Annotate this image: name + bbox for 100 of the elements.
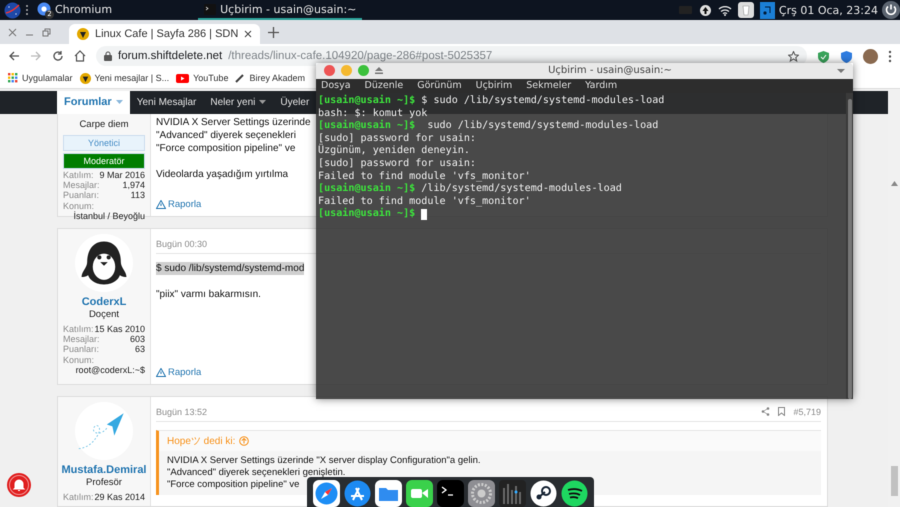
back-icon[interactable] [8,50,20,62]
folder-icon[interactable] [375,480,402,507]
user-title: Profesör [86,476,122,488]
caret-icon [259,100,266,104]
stat-value: 9 Mar 2016 [99,170,145,180]
user-title: Doçent [88,308,120,320]
grid-icon [8,73,18,83]
nav-tab[interactable]: Üyeler [273,91,316,114]
shield-icon[interactable] [840,50,853,62]
stat-label: Puanları: [63,344,100,355]
compass-icon[interactable] [313,480,340,507]
menu-item[interactable]: Dosya [321,80,351,92]
forum-logo-icon [80,72,91,84]
gear-icon[interactable] [468,480,495,507]
shield-check-icon[interactable] [817,50,830,62]
nav-tab[interactable]: Yeni Mesajlar [130,91,204,114]
round-logo-icon[interactable] [4,2,21,18]
stat-value: 63 [134,344,145,355]
report-link[interactable]: Raporla [156,198,202,210]
play-button-icon [176,74,190,82]
menu-item[interactable]: Sekmeler [526,80,572,92]
stat-label: Katılım: [63,170,94,180]
scrollbar-thumb[interactable] [890,466,898,496]
reload-icon[interactable] [52,50,64,62]
post-date: Bugün 13:52 [156,406,208,417]
address-field[interactable]: forum.shiftdelete.net /threads/linux-cafe.104920/page-286#post-5025357 [96,46,807,66]
close-icon[interactable] [244,30,252,38]
paper-plane-avatar[interactable] [75,402,133,460]
terminal-output: [sudo] password for usain: [318,158,476,171]
bookmark-link[interactable]: Yeni mesajlar | S... [80,72,170,84]
menu-item[interactable]: Görünüm [417,80,462,92]
close-button[interactable] [324,65,335,76]
nav-tab[interactable]: Forumlar [57,91,130,114]
bookmark-link[interactable]: Birey Akadem [235,73,305,83]
shell-prompt: [usain@usain ~]$ [318,183,416,196]
more-icon[interactable] [25,4,29,16]
stat-label: Mesajlar: [63,334,100,344]
menu-item[interactable]: Uçbirim [476,80,512,92]
browser-tab[interactable]: Linux Cafe | Sayfa 286 | SDN [69,24,260,44]
username-link[interactable]: CoderxL [82,296,126,308]
stat-label: Konum: [63,354,94,366]
user-role-badge: Yönetici [63,134,145,151]
music-player-icon [760,2,775,18]
terminal-command: sudo /lib/systemd/systemd-modules-load [426,120,658,133]
menu-item[interactable]: Yardım [585,80,618,92]
quote-text: "Force composition pipeline" ve [167,478,300,491]
power-icon[interactable] [882,1,900,19]
terminal-command: /lib/systemd/systemd-modules-load [420,183,622,196]
bookmark-link[interactable]: YouTube [176,73,228,83]
post-text: NVIDIA X Server Settings üzerinde [156,116,311,129]
report-link[interactable]: Raporla [156,366,202,378]
quote-author: Hopeツ dedi ki: [167,434,236,448]
bookmark-link[interactable]: Uygulamalar [8,73,73,83]
star-icon[interactable] [788,50,799,62]
post-text: "Force composition pipeline" ve [156,142,296,155]
post-text: "piix" varmı bakarmısın. [156,288,261,301]
warning-icon [156,200,166,209]
stat-value: 15 Kas 2010 [94,324,145,334]
shell-prompt: [usain@usain ~]$ [318,95,416,108]
stat-label: Mesajlar: [63,180,100,190]
wifi-icon [718,4,732,16]
terminal-output: Failed to find module 'vfs_monitor' [318,196,531,208]
username-link[interactable]: Mustafa.Demiral [62,464,146,476]
eject-icon[interactable] [375,67,383,74]
video-camera-icon[interactable] [406,480,433,507]
terminal-output: [sudo] password for usain: [318,132,476,144]
profile-avatar-icon[interactable] [863,48,878,64]
stat-value: root@coderxL:~$ [76,365,145,376]
stat-value: 1,974 [122,180,145,190]
terminal-icon[interactable] [437,480,464,507]
music-stream-icon[interactable] [561,480,588,507]
nav-tab[interactable]: Neler yeni [203,91,274,114]
stat-label: Puanları: [63,190,100,201]
stat-label: Konum: [63,200,94,211]
terminal-icon [204,4,216,14]
new-tab-icon[interactable] [268,26,280,38]
notification-bell-button[interactable] [7,473,31,497]
bookmark-icon[interactable] [778,407,786,416]
terminal-command: $ sudo /lib/systemd/systemd-modules-load [420,95,664,108]
scrollbar-thumb[interactable] [848,99,852,399]
shell-prompt: [usain@usain ~]$ [318,208,416,221]
quote-text: NVIDIA X Server Settings üzerinde "X server display Configuration"a gelin. [167,454,482,467]
menu-item[interactable]: Düzenle [364,80,404,92]
restore-icon[interactable] [42,28,51,36]
stat-label: Katılım: [63,492,94,502]
stat-value: 603 [130,334,145,344]
stat-value: 29 Kas 2014 [94,492,145,502]
app-store-icon[interactable] [344,480,371,507]
share-icon[interactable] [761,407,770,416]
menu-icon[interactable] [888,50,892,62]
user-role-badge: Moderatör [63,152,145,169]
home-icon[interactable] [74,50,86,62]
pen-icon [235,73,246,83]
terminal-output: Üzgünüm, yeniden deneyin. [318,145,470,158]
caret-icon [116,100,123,104]
warning-icon [156,368,166,377]
quote-text: "Advanced" diyerek seçenekleri genişletin. [167,466,346,479]
caret-icon[interactable] [890,181,898,186]
penguin-avatar[interactable] [75,234,133,292]
shell-prompt: [usain@usain ~]$ [318,120,416,133]
